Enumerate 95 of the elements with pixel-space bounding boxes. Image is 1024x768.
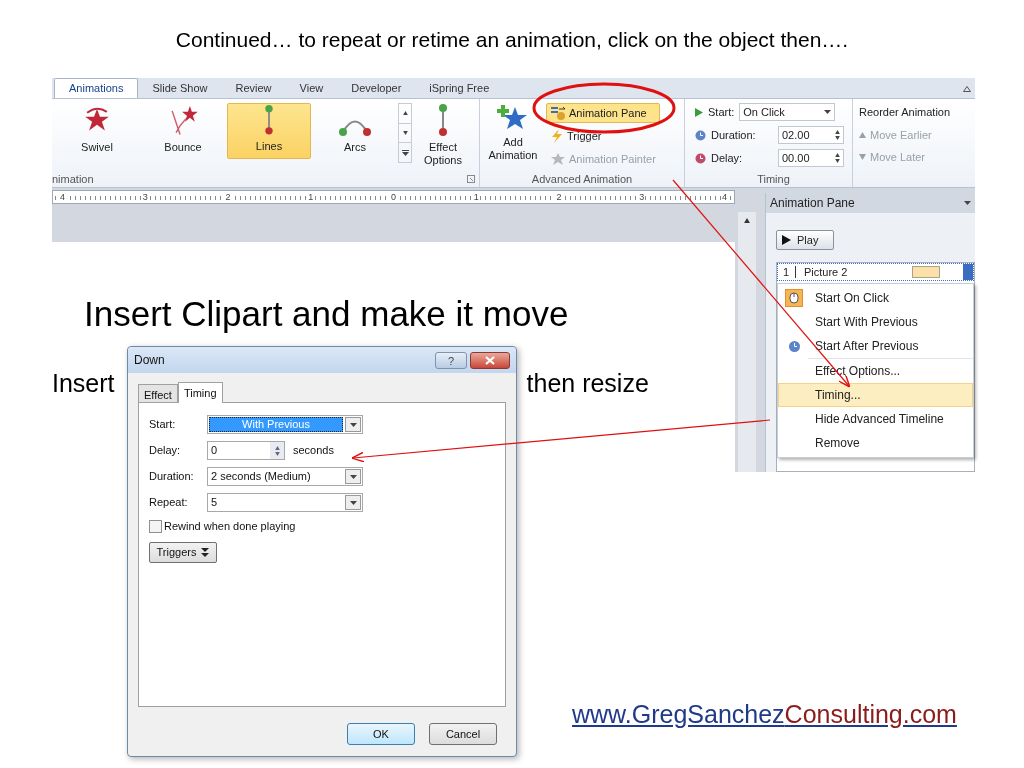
spin-up-icon[interactable] bbox=[835, 153, 840, 157]
triggers-button[interactable]: Triggers bbox=[149, 541, 217, 563]
ruler-number: 1 bbox=[307, 192, 315, 202]
dropdown-arrow-icon bbox=[349, 474, 357, 479]
pane-menu-icon bbox=[964, 201, 971, 205]
ruler-number: 4 bbox=[59, 192, 66, 202]
field-label: Start: bbox=[149, 417, 177, 433]
menu-item[interactable]: Start After Previous bbox=[778, 334, 973, 358]
slide-title: Continued… to repeat or retime an animation, click on the object then…. bbox=[175, 27, 849, 53]
ribbon-tab[interactable]: Slide Show bbox=[138, 78, 222, 98]
ribbon-tab[interactable]: Review bbox=[221, 78, 286, 98]
scroll-up-icon[interactable] bbox=[402, 111, 408, 116]
item-name: Picture 2 bbox=[804, 264, 849, 280]
collapse-ribbon-icon[interactable] bbox=[963, 86, 971, 92]
ribbon-tab[interactable]: Developer bbox=[337, 78, 416, 98]
spin-up-icon[interactable] bbox=[835, 130, 840, 134]
start-dropdown[interactable]: On Click bbox=[739, 103, 836, 121]
spin-up-icon[interactable] bbox=[274, 445, 280, 450]
add-animation-button[interactable]: Add Animation bbox=[480, 103, 546, 171]
animation-gallery-item[interactable]: Bounce bbox=[141, 103, 225, 159]
field-label: Start: bbox=[708, 104, 735, 120]
slide-text: Insert bbox=[52, 367, 115, 399]
field-label: Delay: bbox=[149, 443, 182, 459]
ribbon-tab[interactable]: Animations bbox=[54, 78, 139, 98]
animation-gallery-item[interactable]: Swivel bbox=[55, 103, 139, 159]
ruler-number: 0 bbox=[389, 192, 397, 202]
dropdown-arrow-icon bbox=[349, 422, 357, 427]
timeline-bar bbox=[912, 266, 940, 278]
ruler-number: 1 bbox=[472, 192, 480, 202]
delay-spinner[interactable]: 0 bbox=[207, 441, 285, 460]
lightning-icon bbox=[550, 129, 564, 143]
play-icon bbox=[695, 107, 703, 117]
animation-gallery-item[interactable]: Arcs bbox=[313, 103, 397, 159]
scroll-down-icon[interactable] bbox=[402, 131, 408, 135]
ribbon-tab[interactable]: View bbox=[285, 78, 338, 98]
slide-heading: Insert Clipart and make it move bbox=[84, 293, 570, 335]
slide-text: then resize bbox=[526, 367, 649, 399]
item-number: 1 bbox=[783, 264, 791, 280]
dropdown-arrow-icon bbox=[349, 500, 357, 505]
close-button[interactable] bbox=[470, 351, 510, 369]
dialog-title: Down bbox=[134, 352, 166, 369]
ribbon-command[interactable]: Animation Pane bbox=[546, 103, 660, 123]
menu-item[interactable]: Timing... bbox=[778, 383, 973, 407]
spin-down-icon[interactable] bbox=[274, 451, 280, 456]
rewind-checkbox[interactable]: Rewind when done playing bbox=[149, 518, 495, 535]
double-chevron-icon bbox=[201, 547, 210, 557]
animation-list-item[interactable]: 1 Picture 2 bbox=[777, 263, 974, 281]
group-label: Advanced Animation bbox=[530, 172, 634, 187]
clock-icon bbox=[695, 129, 706, 141]
ribbon-tab[interactable]: iSpring Free bbox=[415, 78, 504, 98]
group-title: Reorder Animation bbox=[859, 105, 952, 120]
field-label: Duration: bbox=[149, 469, 195, 485]
ok-button[interactable]: OK bbox=[347, 723, 415, 745]
unit-label: seconds bbox=[293, 443, 334, 459]
more-icon[interactable] bbox=[401, 149, 409, 156]
animation-gallery-item[interactable]: Lines bbox=[227, 103, 311, 159]
help-button[interactable]: ? bbox=[435, 351, 467, 369]
clock-icon bbox=[695, 152, 706, 164]
ruler-number: 2 bbox=[224, 192, 232, 202]
dialog-tab[interactable]: Effect bbox=[138, 384, 178, 402]
ruler-number: 4 bbox=[720, 192, 728, 202]
dialog-tab[interactable]: Timing bbox=[177, 382, 223, 403]
ruler-number: 3 bbox=[141, 192, 149, 202]
field-label: Duration: bbox=[711, 127, 757, 143]
ribbon-command[interactable]: Trigger bbox=[546, 126, 660, 146]
pane-title: Animation Pane bbox=[770, 195, 855, 212]
close-icon bbox=[485, 355, 495, 365]
menu-item[interactable]: Start On Click bbox=[778, 286, 973, 310]
group-label: Timing bbox=[756, 172, 791, 187]
ruler-number: 3 bbox=[638, 192, 646, 202]
delay-spinner[interactable]: 00.00 bbox=[778, 149, 844, 167]
field-label: Delay: bbox=[711, 150, 744, 166]
effect-options-button[interactable]: Effect Options bbox=[412, 103, 474, 171]
down-triangle-icon bbox=[859, 154, 866, 161]
menu-item[interactable]: Start With Previous bbox=[778, 310, 973, 334]
dropdown[interactable]: 2 seconds (Medium) bbox=[207, 467, 363, 486]
dropdown-arrow-icon bbox=[824, 110, 832, 114]
play-icon bbox=[782, 235, 791, 245]
dropdown[interactable]: 5 bbox=[207, 493, 363, 512]
spin-down-icon[interactable] bbox=[835, 159, 840, 163]
menu-item[interactable]: Hide Advanced Timeline bbox=[778, 407, 973, 431]
spin-down-icon[interactable] bbox=[835, 136, 840, 140]
menu-item[interactable]: Remove bbox=[778, 431, 973, 455]
duration-spinner[interactable]: 02.00 bbox=[778, 126, 844, 144]
website-link[interactable]: www.GregSanchezConsulting.com bbox=[572, 700, 957, 728]
ruler-number: 2 bbox=[555, 192, 563, 202]
scroll-up-icon[interactable] bbox=[744, 218, 750, 223]
group-label: nimation bbox=[52, 171, 94, 187]
dialog-launcher-icon[interactable] bbox=[467, 175, 475, 183]
cancel-button[interactable]: Cancel bbox=[429, 723, 497, 745]
play-button[interactable]: Play bbox=[776, 230, 834, 250]
up-triangle-icon bbox=[859, 131, 866, 138]
star-icon bbox=[550, 152, 566, 166]
field-label: Repeat: bbox=[149, 495, 189, 511]
list-icon bbox=[550, 106, 566, 120]
